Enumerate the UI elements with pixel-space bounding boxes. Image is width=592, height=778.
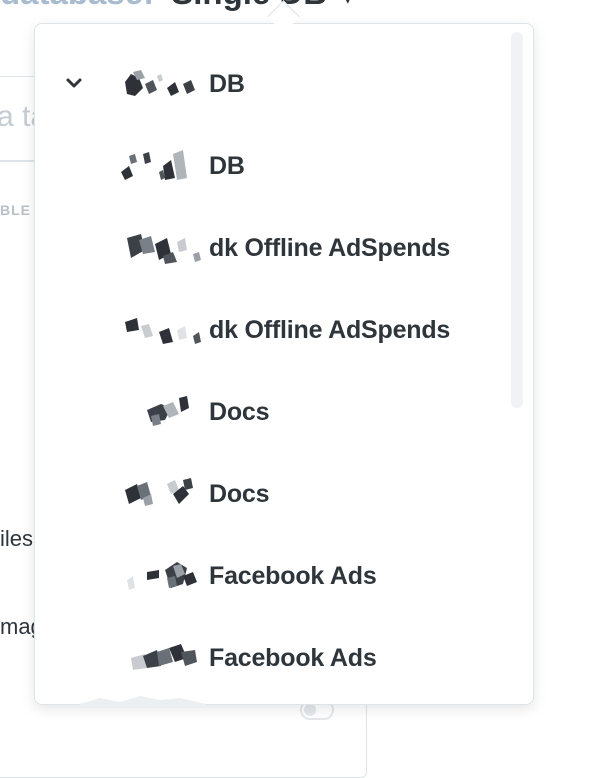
list-item[interactable]: DB: [35, 138, 505, 194]
list-item[interactable]: Docs: [35, 466, 505, 522]
item-label: DB: [209, 152, 245, 180]
header-prefix: database:: [0, 0, 154, 11]
chevron-down-icon: [66, 78, 82, 88]
redacted-image: [131, 644, 197, 670]
redacted-image: [127, 234, 201, 264]
item-label: dk Offline AdSpends: [209, 234, 451, 262]
list-item[interactable]: Facebook Ads: [35, 548, 505, 604]
item-label: Docs: [209, 480, 270, 508]
list-item[interactable]: dk Offline AdSpends: [35, 302, 505, 358]
item-label: dk Offline AdSpends: [209, 316, 451, 344]
item-label: Facebook Ads: [209, 562, 377, 590]
list-item[interactable]: Facebook Ads: [35, 630, 505, 686]
search-underline: [0, 160, 34, 162]
background-section-label: BLE: [0, 202, 31, 218]
redacted-image: [121, 150, 187, 180]
list-item[interactable]: DB: [35, 56, 505, 112]
item-label: Docs: [209, 398, 270, 426]
redacted-image: [127, 562, 197, 590]
item-label: DB: [209, 70, 245, 98]
database-picker-popover: DB DB dk Offline AdSpends dk Offline AdS…: [34, 23, 534, 705]
list-item[interactable]: dk Offline AdSpends: [35, 220, 505, 276]
redacted-image: [125, 478, 193, 506]
redacted-image: [80, 696, 206, 708]
redacted-image: [125, 70, 195, 96]
database-name[interactable]: Single DB: [171, 0, 327, 11]
item-label: Facebook Ads: [209, 644, 377, 672]
chevron-down-icon[interactable]: ▾: [342, 0, 353, 9]
redacted-image: [125, 318, 201, 344]
scrollbar[interactable]: [511, 32, 523, 408]
list-item[interactable]: Docs: [35, 384, 505, 440]
redacted-image: [147, 396, 189, 426]
background-list-item[interactable]: iles: [0, 526, 33, 552]
